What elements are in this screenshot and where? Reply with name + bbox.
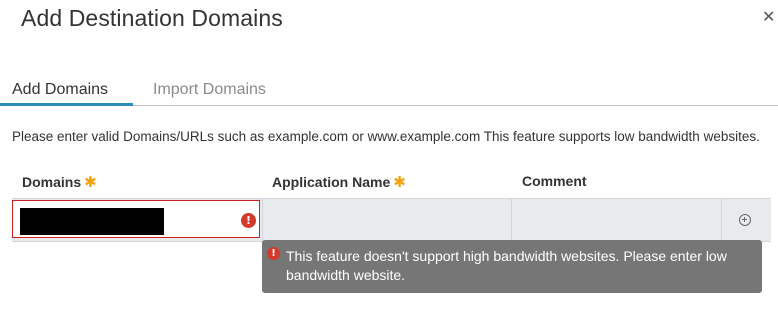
table-row: !	[12, 198, 771, 242]
column-header-domains-label: Domains	[22, 174, 82, 190]
domain-input[interactable]	[20, 208, 164, 235]
instructions-text: Please enter valid Domains/URLs such as …	[12, 129, 760, 144]
cell-divider	[721, 199, 722, 241]
add-destination-domains-dialog: Add Destination Domains ✕ Add Domains Im…	[0, 0, 778, 321]
tab-import-domains[interactable]: Import Domains	[153, 80, 266, 100]
domain-field-wrapper	[12, 200, 260, 238]
column-header-application-name: Application Name ✱	[272, 173, 406, 191]
required-icon: ✱	[393, 174, 406, 191]
tab-bar: Add Domains Import Domains	[0, 74, 778, 106]
tab-add-domains[interactable]: Add Domains	[12, 80, 108, 100]
column-header-application-name-label: Application Name	[272, 174, 391, 190]
active-tab-indicator	[0, 103, 133, 106]
plus-circle-icon[interactable]	[739, 214, 751, 226]
exclamation-circle-icon[interactable]: !	[241, 213, 256, 228]
column-header-comment: Comment	[522, 173, 587, 189]
required-icon: ✱	[84, 174, 97, 191]
close-icon[interactable]: ✕	[762, 10, 775, 26]
column-header-domains: Domains ✱	[22, 173, 97, 191]
comment-cell[interactable]	[512, 199, 720, 241]
error-tooltip: ! This feature doesn't support high band…	[262, 240, 762, 293]
column-header-comment-label: Comment	[522, 173, 587, 189]
exclamation-circle-icon: !	[267, 247, 280, 260]
error-tooltip-message: This feature doesn't support high bandwi…	[286, 248, 727, 283]
dialog-title: Add Destination Domains	[21, 5, 283, 31]
application-name-cell[interactable]	[263, 199, 511, 241]
